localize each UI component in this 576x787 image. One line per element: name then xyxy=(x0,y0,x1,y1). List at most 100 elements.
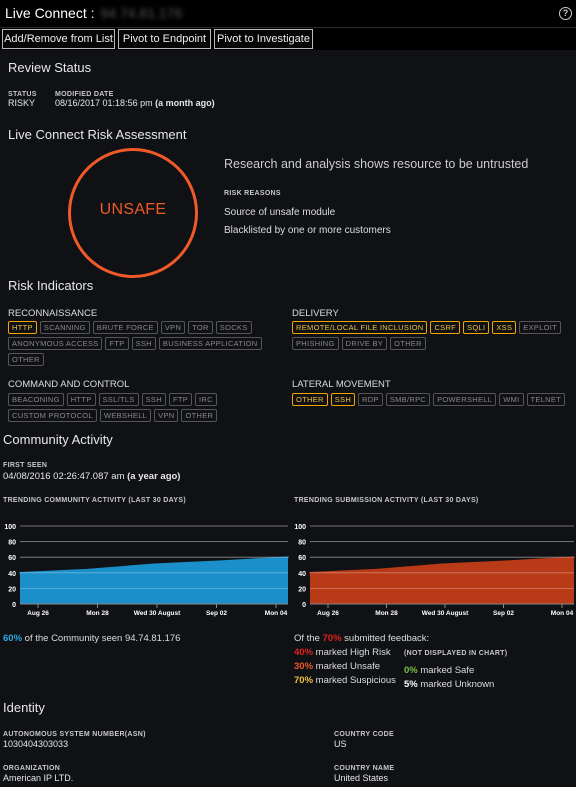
risk-tag-business-application: BUSINESS APPLICATION xyxy=(158,337,262,350)
risk-tag-vpn: VPN xyxy=(160,321,186,334)
assessment-summary: Research and analysis shows resource to … xyxy=(224,157,529,171)
risk-tag-ftp: FTP xyxy=(105,337,129,350)
risk-tag-telnet: TELNET xyxy=(526,393,566,406)
y-tick-label: 100 xyxy=(294,524,306,531)
risk-tag-csrf: CSRF xyxy=(430,321,461,334)
risk-tag-http: HTTP xyxy=(8,321,37,334)
risk-reasons-label: RISK REASONS xyxy=(224,190,281,197)
risk-tag-http: HTTP xyxy=(66,393,96,406)
pivot-to-endpoint-button[interactable]: Pivot to Endpoint xyxy=(118,29,211,49)
title-bar: Live Connect :94.74.81.176 ? xyxy=(0,0,576,28)
y-tick-label: 40 xyxy=(298,571,306,578)
risk-tag-ssl-tls: SSL/TLS xyxy=(98,393,139,406)
data-point xyxy=(375,568,377,571)
review-status-heading: Review Status xyxy=(8,60,92,75)
risk-indicators-heading: Risk Indicators xyxy=(8,278,94,293)
risk-tag-ssh: SSH xyxy=(330,393,356,406)
data-point xyxy=(153,563,155,566)
y-tick-label: 80 xyxy=(298,540,306,547)
risk-tag-wmi: WMI xyxy=(499,393,524,406)
pivot-to-investigate-button[interactable]: Pivot to Investigate xyxy=(214,29,313,49)
risk-reason-item: Source of unsafe module xyxy=(224,207,336,218)
y-tick-label: 80 xyxy=(8,540,16,547)
country-code-value: US xyxy=(334,739,347,749)
country-code-label: COUNTRY CODE xyxy=(334,731,394,738)
risk-tag-socks: SOCKS xyxy=(215,321,252,334)
y-tick-label: 40 xyxy=(8,571,16,578)
add-remove-from-list-button[interactable]: Add/Remove from List xyxy=(2,29,115,49)
y-tick-label: 20 xyxy=(8,586,16,593)
risk-reason-item: Blacklisted by one or more customers xyxy=(224,225,391,236)
x-tick-label: Mon 28 xyxy=(375,610,398,617)
risk-tag-smb-rpc: SMB/RPC xyxy=(385,393,431,406)
risk-tag-ssh: SSH xyxy=(131,337,156,350)
data-point xyxy=(220,560,222,562)
risk-tag-irc: IRC xyxy=(195,393,217,406)
organization-value: American IP LTD. xyxy=(3,773,74,783)
risk-tag-ssh: SSH xyxy=(141,393,166,406)
risk-tag-other: OTHER xyxy=(181,409,218,422)
x-tick-label: Wed 30 August xyxy=(422,610,469,617)
x-tick-label: Sep 02 xyxy=(206,610,227,617)
risk-tag-drive-by: DRIVE BY xyxy=(341,337,388,350)
tags-delivery: REMOTE/LOCAL FILE INCLUSION CSRF SQLI XSS EX… xyxy=(292,321,572,350)
modified-date-value: 08/16/2017 01:18:56 pm (a month ago) xyxy=(55,98,215,108)
verdict-circle: UNSAFE xyxy=(68,148,198,278)
tags-reconnaissance: HTTP SCANNING BRUTE FORCE VPN TOR SOCKS ANONYM… xyxy=(8,321,278,366)
risk-tag-powershell: POWERSHELL xyxy=(433,393,497,406)
y-tick-label: 20 xyxy=(298,586,306,593)
risk-tag-tor: TOR xyxy=(188,321,213,334)
first-seen-value: 04/08/2016 02:26:47.087 am (a year ago) xyxy=(3,471,181,482)
x-tick-label: Mon 28 xyxy=(86,610,109,617)
x-tick-label: Wed 30 August xyxy=(134,610,181,617)
unsafe-stat: 30% marked Unsafe xyxy=(294,661,381,672)
y-tick-label: 60 xyxy=(8,555,16,562)
risk-tag-beaconing: BEACONING xyxy=(8,393,64,406)
asn-value: 1030404303033 xyxy=(3,739,69,749)
x-tick-label: Sep 02 xyxy=(493,610,514,617)
modified-date-label: MODIFIED DATE xyxy=(55,91,114,98)
unknown-stat: 5% marked Unknown xyxy=(404,679,495,690)
risk-tag-anonymous-access: ANONYMOUS ACCESS xyxy=(8,337,103,350)
country-name-label: COUNTRY NAME xyxy=(334,765,395,772)
risk-tag-xss: XSS xyxy=(492,321,517,334)
asn-label: AUTONOMOUS SYSTEM NUMBER(ASN) xyxy=(3,731,146,738)
identity-heading: Identity xyxy=(3,700,45,715)
risk-tag-custom-protocol: CUSTOM PROTOCOL xyxy=(8,409,97,422)
y-tick-label: 100 xyxy=(4,524,16,531)
risk-tag-other: OTHER xyxy=(8,353,44,366)
risk-tag-sqli: SQLI xyxy=(463,321,490,334)
window-title: Live Connect :94.74.81.176 xyxy=(5,5,183,21)
risk-tag-remote-local-file-inclusion: REMOTE/LOCAL FILE INCLUSION xyxy=(292,321,428,334)
country-name-value: United States xyxy=(334,773,389,783)
suspicious-stat: 70% marked Suspicious xyxy=(294,675,396,686)
status-value: RISKY xyxy=(8,98,36,108)
risk-tag-webshell: WEBSHELL xyxy=(99,409,152,422)
risk-tag-phishing: PHISHING xyxy=(292,337,339,350)
tags-command-and-control: BEACONING HTTP SSL/TLS SSH FTP IRC CUSTOM PROT… xyxy=(8,393,240,422)
chart-title-community: TRENDING COMMUNITY ACTIVITY (LAST 30 DAY… xyxy=(3,497,186,504)
verdict-text: UNSAFE xyxy=(99,201,167,218)
first-seen-label: FIRST SEEN xyxy=(3,462,48,469)
x-tick-label: Mon 04 xyxy=(551,610,574,617)
y-tick-label: 0 xyxy=(302,602,306,609)
x-tick-label: Aug 26 xyxy=(27,610,49,617)
risk-tag-rdp: RDP xyxy=(358,393,383,406)
y-tick-label: 0 xyxy=(12,602,16,609)
x-tick-label: Aug 26 xyxy=(317,610,339,617)
redacted-ip: 94.74.81.176 xyxy=(100,5,183,21)
safe-stat: 0% marked Safe xyxy=(404,665,475,676)
toolbar: Add/Remove from List Pivot to Endpoint P… xyxy=(0,28,576,50)
category-command-and-control: COMMAND AND CONTROL xyxy=(8,379,130,390)
feedback-summary: Of the 70% submitted feedback: xyxy=(294,633,430,644)
help-icon[interactable]: ? xyxy=(559,7,572,20)
risk-tag-vpn: VPN xyxy=(154,409,179,422)
tags-lateral-movement: OTHER SSH RDP SMB/RPC POWERSHELL WMI TELNET xyxy=(292,393,576,406)
data-point xyxy=(441,563,443,566)
category-lateral-movement: LATERAL MOVEMENT xyxy=(292,379,391,390)
community-activity-heading: Community Activity xyxy=(3,432,113,447)
risk-tag-scanning: SCANNING xyxy=(39,321,90,334)
risk-tag-ftp: FTP xyxy=(168,393,193,406)
community-seen-stat: 60% of the Community seen 94.74.81.176 xyxy=(3,633,181,644)
submission-activity-chart: 0 20 40 60 80 100 Aug 26 Mon 28 Wed 30 August Sep… xyxy=(294,524,575,617)
